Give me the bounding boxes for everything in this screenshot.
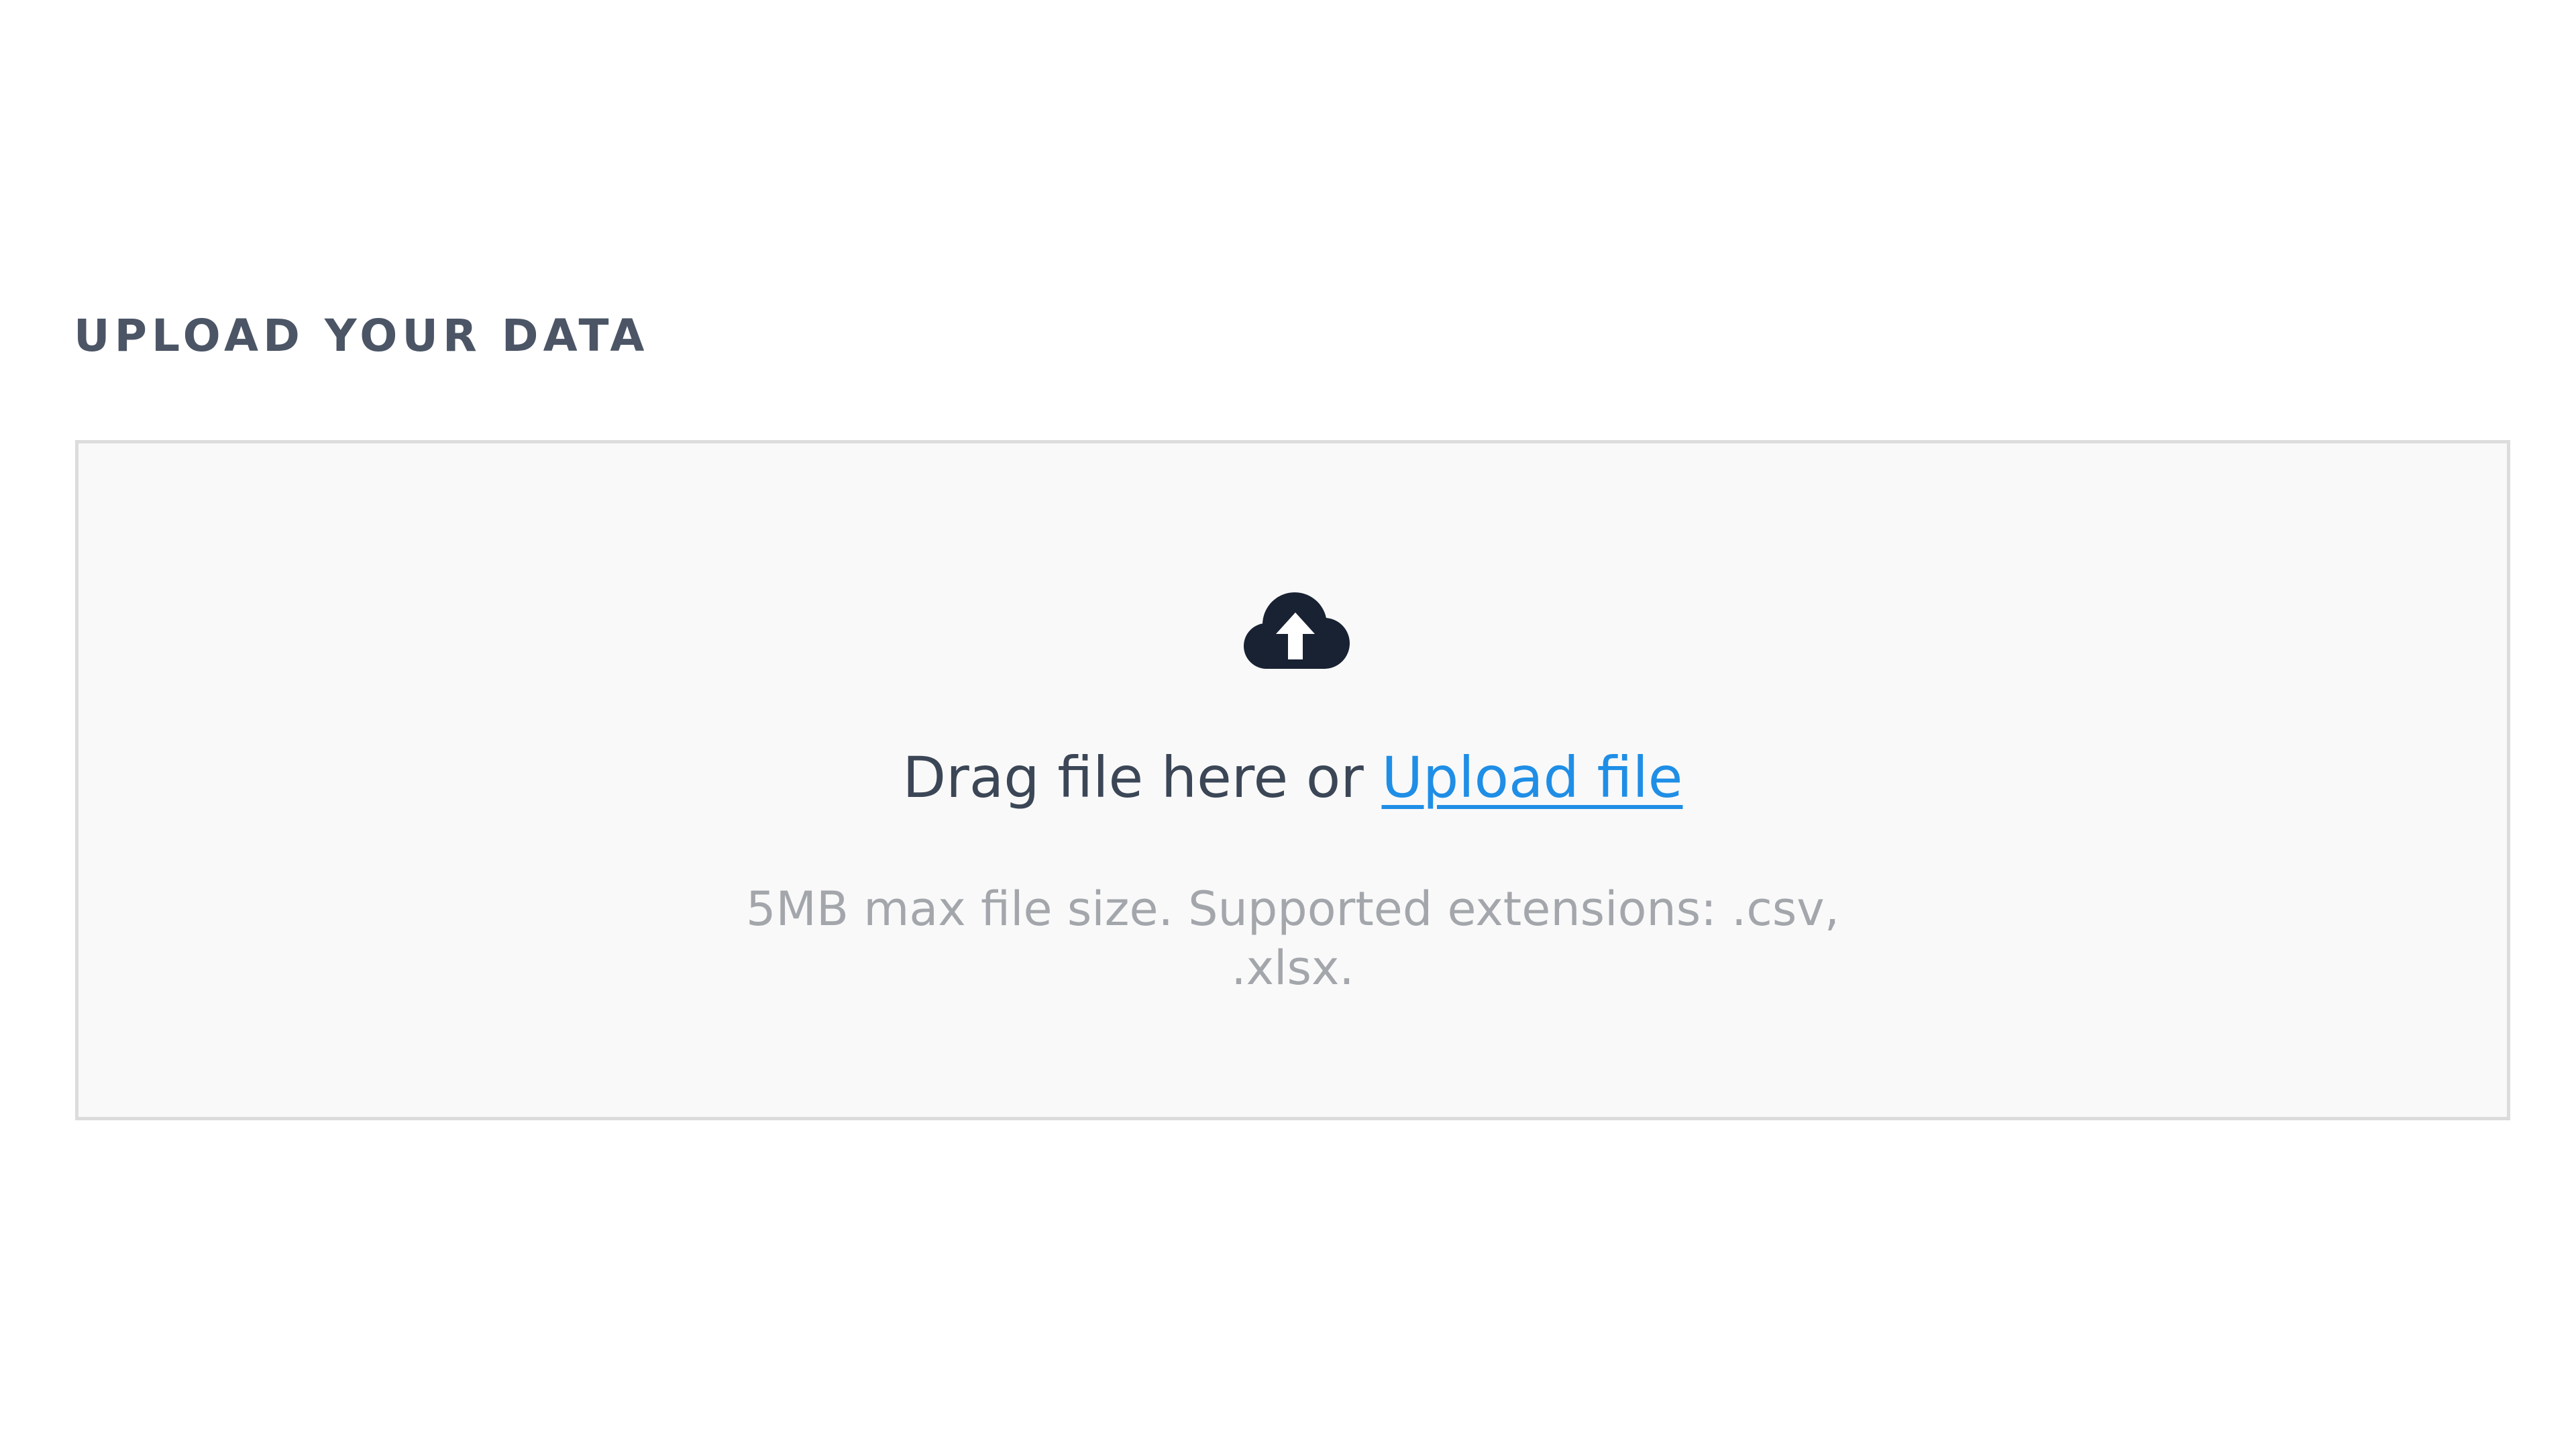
file-dropzone[interactable]: Drag file here or Upload file 5MB max fi… — [75, 440, 2510, 1120]
section-title: UPLOAD YOUR DATA — [74, 310, 649, 362]
hint-line-2: .xlsx. — [1231, 941, 1354, 996]
drop-prompt-text: Drag file here or — [902, 745, 1382, 810]
upload-file-link[interactable]: Upload file — [1382, 745, 1683, 810]
drop-prompt: Drag file here or Upload file — [78, 744, 2507, 812]
upload-page: UPLOAD YOUR DATA Drag file here or Uploa… — [0, 0, 2576, 1449]
cloud-upload-icon — [1238, 590, 1352, 677]
hint-line-1: 5MB max file size. Supported extensions:… — [746, 881, 1839, 936]
file-requirements-hint: 5MB max file size. Supported extensions:… — [78, 879, 2507, 998]
